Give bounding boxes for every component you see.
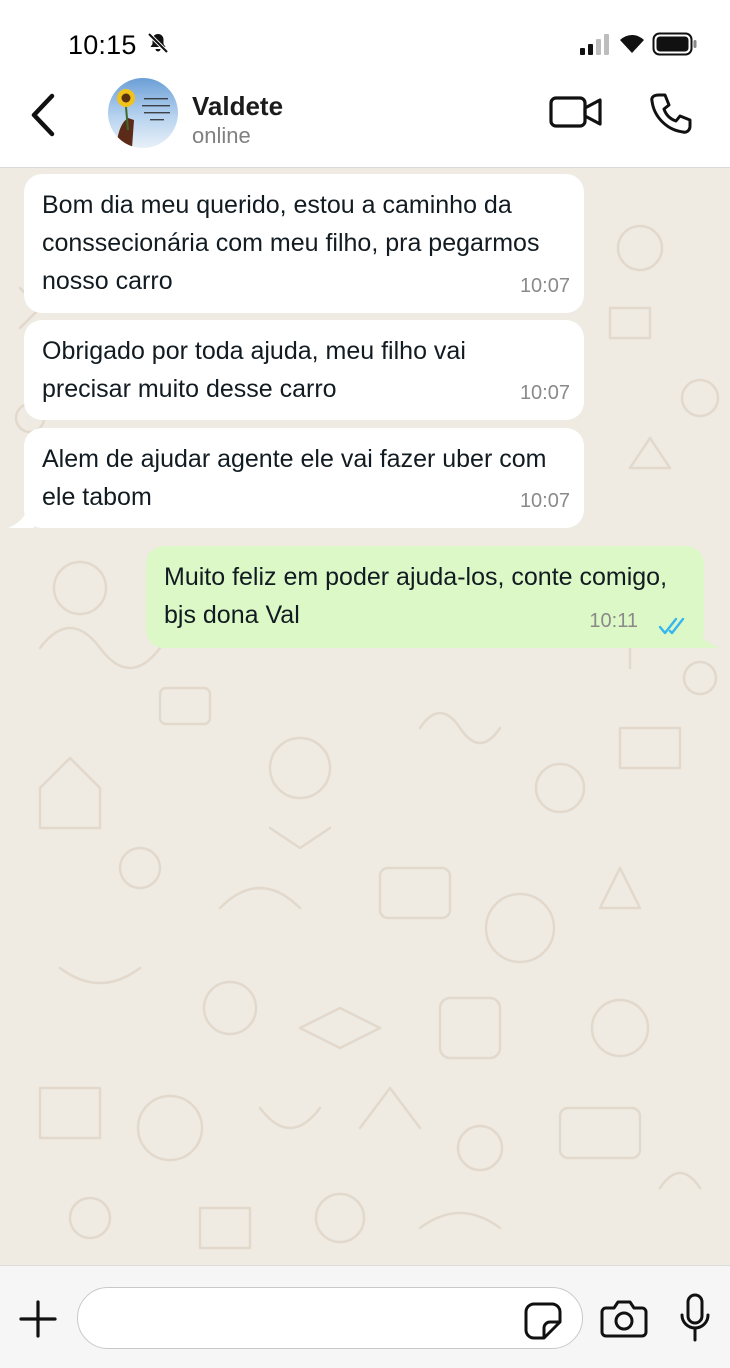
message-bubble-incoming[interactable]: Obrigado por toda ajuda, meu filho vai p… xyxy=(24,320,584,420)
message-time: 10:07 xyxy=(519,382,570,404)
wifi-icon xyxy=(620,35,644,53)
message-input[interactable] xyxy=(77,1287,583,1349)
chat-header: Valdete online xyxy=(0,78,730,168)
battery-icon xyxy=(652,32,697,56)
double-check-icon xyxy=(658,617,685,635)
microphone-icon[interactable] xyxy=(678,1292,712,1344)
status-time: 10:15 xyxy=(68,30,137,60)
bubble-tail xyxy=(690,628,720,648)
status-bar: 10:15 xyxy=(0,0,730,78)
bubble-tail xyxy=(8,512,34,528)
contact-status: online xyxy=(192,123,251,148)
avatar-image xyxy=(108,78,178,148)
contact-name[interactable]: Valdete xyxy=(192,91,283,122)
bell-off-icon xyxy=(147,32,169,54)
message-time: 10:07 xyxy=(519,275,570,297)
message-text: Bom dia meu querido, estou a caminho da … xyxy=(42,191,540,295)
message-bubble-outgoing[interactable]: Muito feliz em poder ajuda-los, conte co… xyxy=(146,546,704,648)
signal-icon xyxy=(580,34,609,55)
message-time: 10:11 xyxy=(589,610,638,632)
input-bar xyxy=(0,1265,730,1368)
message-text: Alem de ajudar agente ele vai fazer uber… xyxy=(42,445,547,511)
message-time: 10:07 xyxy=(519,490,570,512)
phone-icon[interactable] xyxy=(646,90,694,138)
avatar[interactable] xyxy=(108,78,178,148)
sticker-icon[interactable] xyxy=(522,1300,564,1342)
message-bubble-incoming[interactable]: Alem de ajudar agente ele vai fazer uber… xyxy=(24,428,584,528)
message-text: Obrigado por toda ajuda, meu filho vai p… xyxy=(42,337,466,403)
message-bubble-incoming[interactable]: Bom dia meu querido, estou a caminho da … xyxy=(24,174,584,313)
video-camera-icon[interactable] xyxy=(548,92,604,132)
camera-icon[interactable] xyxy=(600,1298,648,1338)
chat-area[interactable]: Bom dia meu querido, estou a caminho da … xyxy=(0,168,730,1265)
back-button[interactable] xyxy=(22,90,66,140)
plus-icon[interactable] xyxy=(18,1299,58,1339)
